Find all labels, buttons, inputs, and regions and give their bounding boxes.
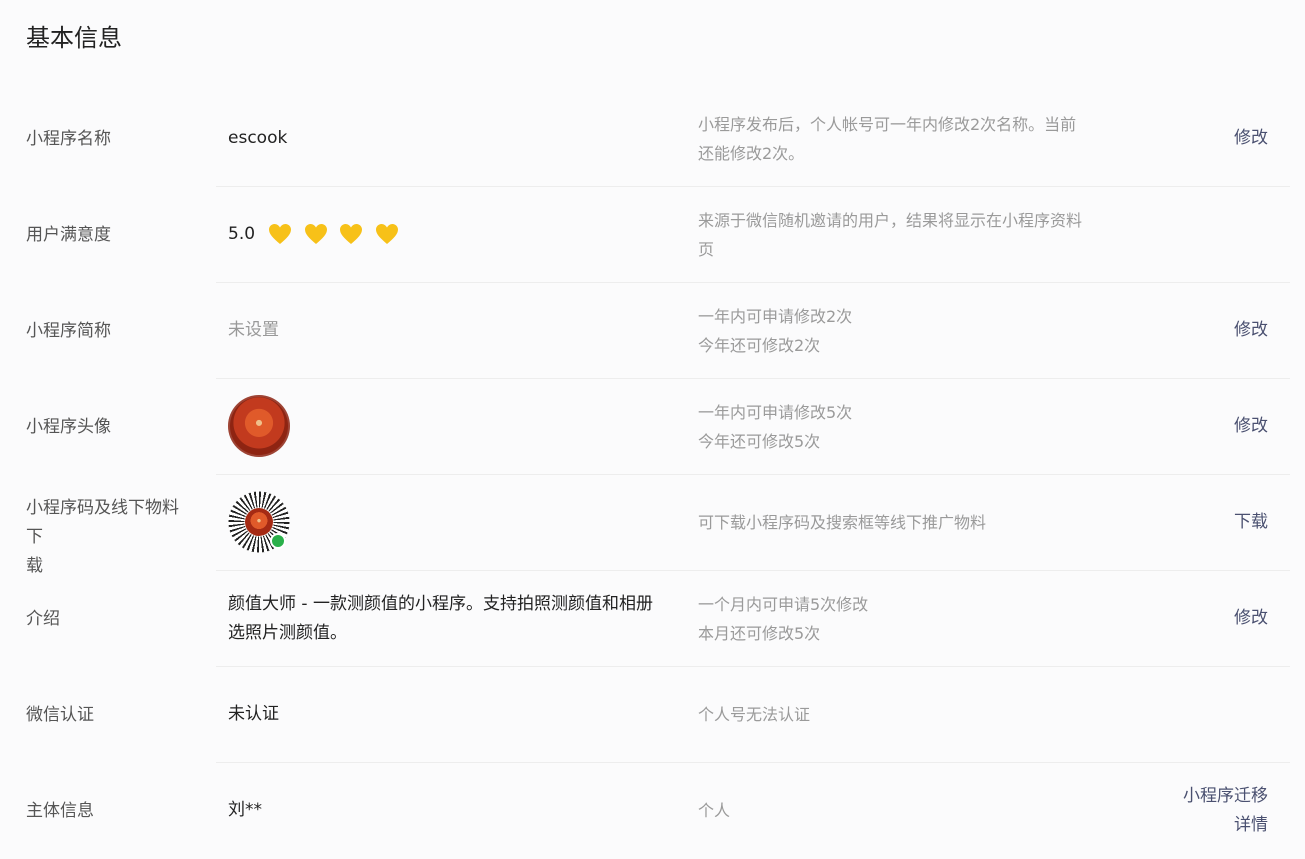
info-row-intro: 介绍 颜值大师 - 一款测颜值的小程序。支持拍照测颜值和相册 选照片测颜值。 一… [0,571,1290,667]
row-description: 个人 [698,796,1128,825]
heart-icon [304,224,327,244]
row-description: 一年内可申请修改5次 今年还可修改5次 [698,398,1128,456]
desc-line: 可下载小程序码及搜索框等线下推广物料 [698,513,987,532]
desc-line: 个人号无法认证 [698,705,811,724]
row-value: 颜值大师 - 一款测颜值的小程序。支持拍照测颜值和相册 选照片测颜值。 [228,590,678,648]
row-description: 一年内可申请修改2次 今年还可修改2次 [698,302,1128,360]
row-label: 小程序简称 [26,321,111,341]
row-label: 小程序名称 [26,129,111,149]
rating-score: 5.0 [228,224,256,244]
row-label: 用户满意度 [26,225,111,245]
info-row-subject: 主体信息 刘** 个人 小程序迁移 详情 [0,763,1290,859]
value-line: 颜值大师 - 一款测颜值的小程序。支持拍照测颜值和相册 [228,594,653,614]
row-description: 一个月内可申请5次修改 本月还可修改5次 [698,590,1128,648]
desc-line: 个人 [698,801,731,820]
row-description: 来源于微信随机邀请的用户，结果将显示在小程序资料 页 [698,206,1128,264]
desc-line: 一个月内可申请5次修改 [698,595,869,614]
row-label: 小程序头像 [26,417,111,437]
row-label: 介绍 [26,609,60,629]
edit-short-name-link[interactable]: 修改 [1234,316,1268,345]
row-description: 个人号无法认证 [698,700,1128,729]
row-value: 未认证 [228,704,279,724]
migrate-link[interactable]: 小程序迁移 [1183,782,1268,811]
desc-line: 页 [698,240,715,259]
row-label: 小程序码及线下物料下 载 [26,494,186,581]
rating: 5.0 [228,220,678,250]
row-label: 微信认证 [26,705,94,725]
desc-line: 一年内可申请修改2次 [698,307,853,326]
edit-avatar-link[interactable]: 修改 [1234,412,1268,441]
info-row-mini-program-code: 小程序码及线下物料下 载 可下载小程序码及搜索框等线下推广物料 下载 [0,475,1290,576]
row-value: escook [228,128,288,148]
app-avatar-icon [228,395,290,457]
heart-icon [375,224,398,244]
heart-icon [269,224,292,244]
desc-line: 小程序发布后，个人帐号可一年内修改2次名称。当前 [698,115,1077,134]
row-description: 小程序发布后，个人帐号可一年内修改2次名称。当前 还能修改2次。 [698,110,1128,168]
desc-line: 今年还可修改5次 [698,432,821,451]
heart-icon [340,224,363,244]
desc-line: 还能修改2次。 [698,144,805,163]
mini-program-code-icon [228,491,290,553]
details-link[interactable]: 详情 [1183,811,1268,840]
edit-name-link[interactable]: 修改 [1234,124,1268,153]
info-row-verification: 微信认证 未认证 个人号无法认证 [0,667,1290,763]
info-row-avatar: 小程序头像 一年内可申请修改5次 今年还可修改5次 修改 [0,379,1290,475]
label-line: 小程序码及线下物料下 [26,498,179,547]
desc-line: 一年内可申请修改5次 [698,403,853,422]
row-value: 刘** [228,800,262,820]
desc-line: 今年还可修改2次 [698,336,821,355]
info-row-short-name: 小程序简称 未设置 一年内可申请修改2次 今年还可修改2次 修改 [0,283,1290,379]
row-value: 未设置 [228,320,279,340]
desc-line: 来源于微信随机邀请的用户，结果将显示在小程序资料 [698,211,1083,230]
row-description: 可下载小程序码及搜索框等线下推广物料 [698,508,1128,537]
info-row-name: 小程序名称 escook 小程序发布后，个人帐号可一年内修改2次名称。当前 还能… [0,91,1290,187]
desc-line: 本月还可修改5次 [698,624,821,643]
subject-actions: 小程序迁移 详情 [1183,782,1268,840]
section-title: 基本信息 [26,24,122,52]
rating-hearts [268,220,404,249]
download-link[interactable]: 下载 [1234,508,1268,537]
value-line: 选照片测颜值。 [228,623,347,643]
edit-intro-link[interactable]: 修改 [1234,604,1268,633]
info-row-satisfaction: 用户满意度 5.0 来源于微信随机邀请的用户，结果将显示在小程序资料 页 [0,187,1290,283]
row-label: 主体信息 [26,801,94,821]
